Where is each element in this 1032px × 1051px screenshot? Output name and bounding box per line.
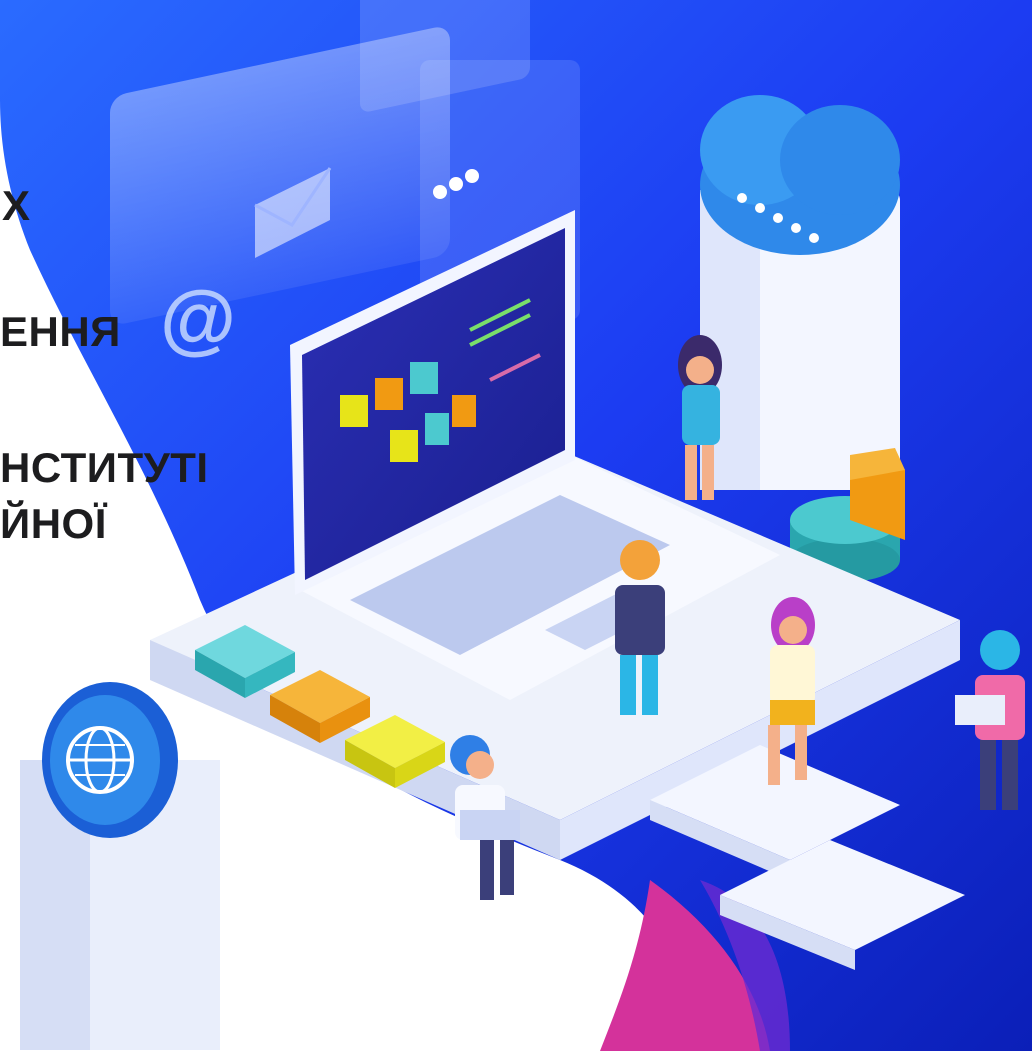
title-line-2: ЕННЯ <box>0 308 121 355</box>
title-line-1: Х <box>2 182 31 229</box>
cloud-icon <box>700 95 900 255</box>
globe-icon <box>42 682 178 838</box>
illustration: @ <box>0 0 1032 1051</box>
at-sign-icon: @ <box>160 274 236 362</box>
title-line-3: НСТИТУТІ <box>0 444 209 491</box>
title-line-4: ЙНОЇ <box>0 500 107 547</box>
slide: @ Х ЕННЯ НСТИТУТІ ЙНОЇ <box>0 0 1032 1051</box>
